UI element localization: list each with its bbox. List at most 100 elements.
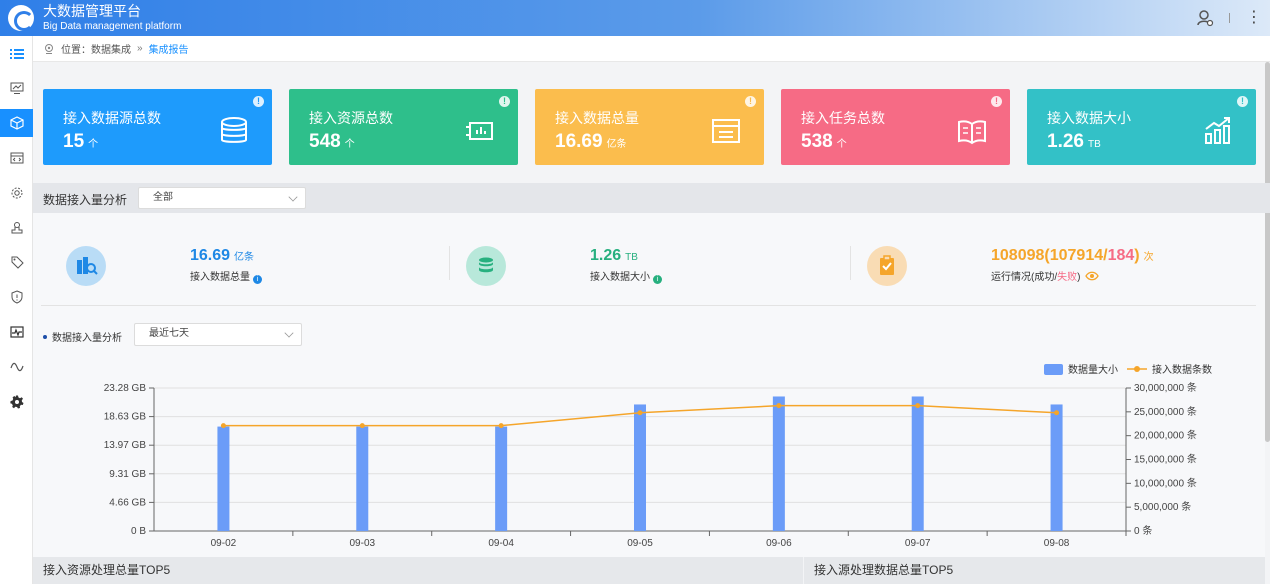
card-title: 接入资源总数: [309, 110, 393, 126]
code-window-icon[interactable]: [0, 144, 33, 172]
bar: [911, 396, 924, 531]
card-value: 15 个: [63, 131, 99, 152]
more-menu-icon[interactable]: ⋮: [1246, 8, 1262, 28]
line-point: [1054, 410, 1060, 416]
data-size-value: 1.26 TB: [590, 247, 638, 264]
breadcrumb-parent[interactable]: 数据集成: [91, 41, 131, 56]
card-value: 1.26 TB: [1047, 131, 1101, 152]
data-volume-chart: 0 B 4.66 GB 9.31 GB 13.97 GB 18.63 GB 23.28 G…: [104, 363, 1212, 549]
book-icon: [958, 120, 986, 145]
bar: [772, 396, 785, 531]
sidebar: [0, 36, 33, 584]
source-filter-select[interactable]: 全部: [138, 187, 306, 209]
x-tick-label: 09-04: [488, 538, 514, 549]
info-icon[interactable]: !: [253, 96, 264, 107]
top5-sources-header: 接入源处理数据总量TOP5: [804, 557, 1265, 584]
info-icon[interactable]: !: [991, 96, 1002, 107]
bar: [217, 426, 230, 531]
monitor-icon[interactable]: [0, 74, 33, 102]
bar: [634, 404, 646, 531]
y-left-tick-label: 0 B: [131, 526, 146, 537]
settings-gear-icon[interactable]: [0, 179, 33, 207]
info-icon[interactable]: i: [253, 275, 262, 284]
x-tick-label: 09-05: [627, 538, 653, 549]
cube-icon[interactable]: [0, 109, 33, 137]
x-tick-label: 09-02: [211, 538, 237, 549]
card-datasource-total[interactable]: 接入数据源总数 15 个 !: [43, 89, 272, 165]
analysis-bar: 数据接入量分析 全部: [33, 183, 1270, 213]
database-stat-icon: [466, 246, 506, 286]
database-icon: [221, 117, 247, 143]
breadcrumb-current: 集成报告: [148, 45, 189, 56]
info-icon[interactable]: !: [1237, 96, 1248, 107]
line-point: [220, 423, 226, 429]
card-task-total[interactable]: 接入任务总数 538 个 !: [781, 89, 1010, 165]
breadcrumb-separator: »: [137, 43, 143, 54]
header-separator: [1229, 13, 1230, 23]
legend-swatch-bar: [1044, 364, 1063, 375]
x-tick-label: 09-07: [905, 538, 931, 549]
app-subtitle: Big Data management platform: [43, 21, 182, 32]
card-data-size[interactable]: 接入数据大小 1.26 TB !: [1027, 89, 1256, 165]
menu-list-icon[interactable]: [0, 40, 33, 68]
user-settings-icon[interactable]: [1196, 9, 1214, 27]
stamp-icon[interactable]: [0, 214, 33, 242]
vertical-scrollbar[interactable]: [1265, 62, 1270, 442]
y-right-tick-label: 0 条: [1134, 524, 1152, 537]
analysis-label: 数据接入量分析: [43, 193, 128, 207]
horizontal-divider: [41, 305, 1256, 306]
y-right-tick-label: 30,000,000 条: [1134, 381, 1197, 394]
divider: [449, 246, 450, 280]
wave-icon[interactable]: [0, 353, 33, 381]
y-right-tick-label: 20,000,000 条: [1134, 429, 1197, 442]
info-icon[interactable]: i: [653, 275, 662, 284]
card-value: 16.69 亿条: [555, 131, 627, 152]
y-right-tick-label: 10,000,000 条: [1134, 476, 1197, 489]
y-left-tick-label: 23.28 GB: [104, 383, 147, 394]
breadcrumb-prefix: 位置：: [61, 45, 91, 56]
breadcrumb: 位置： 数据集成 » 集成报告: [33, 36, 1270, 62]
analysis-panel: 16.69 亿条 接入数据总量 i 1.26 TB 接入数据大小 i 108098(10…: [33, 213, 1265, 557]
y-left-tick-label: 4.66 GB: [109, 497, 146, 508]
card-title: 接入数据大小: [1047, 110, 1131, 126]
tag-icon[interactable]: [0, 248, 33, 276]
x-tick-label: 09-08: [1044, 538, 1070, 549]
chevron-down-icon: [288, 192, 298, 202]
y-right-tick-label: 15,000,000 条: [1134, 453, 1197, 466]
window-icon: [712, 119, 740, 143]
legend-label-line: 接入数据条数: [1152, 363, 1212, 376]
info-icon[interactable]: !: [745, 96, 756, 107]
card-title: 接入任务总数: [801, 110, 885, 126]
y-left-tick-label: 18.63 GB: [104, 412, 147, 423]
legend-label-bar: 数据量大小: [1068, 363, 1118, 376]
line-point: [776, 403, 782, 409]
clipboard-check-icon: [867, 246, 907, 286]
card-title: 接入数据总量: [555, 110, 639, 126]
run-status-label: 运行情况(成功/失败): [991, 268, 1099, 283]
data-size-label: 接入数据大小 i: [590, 268, 662, 284]
total-volume-value: 16.69 亿条: [190, 247, 255, 264]
line-point: [637, 410, 643, 416]
divider: [850, 246, 851, 280]
x-tick-label: 09-06: [766, 538, 792, 549]
location-pin-icon: [45, 43, 53, 54]
app-title: 大数据管理平台: [43, 3, 141, 19]
info-icon[interactable]: !: [499, 96, 510, 107]
line-point: [498, 423, 504, 429]
main-content: 接入数据源总数 15 个 ! 接入资源总数 548 个 ! 接入数据总量 16.69…: [33, 62, 1270, 584]
search-chart-icon: [66, 246, 106, 286]
chip-icon: [466, 122, 493, 140]
total-volume-label: 接入数据总量 i: [190, 268, 262, 284]
source-filter-value: 全部: [153, 192, 173, 203]
activity-monitor-icon[interactable]: [0, 318, 33, 346]
system-gear-icon[interactable]: [0, 388, 33, 416]
card-resource-total[interactable]: 接入资源总数 548 个 !: [289, 89, 518, 165]
x-tick-label: 09-03: [349, 538, 375, 549]
line-point: [359, 423, 365, 429]
run-status-value: 108098(107914/184) 次: [991, 247, 1154, 264]
card-data-volume[interactable]: 接入数据总量 16.69 亿条 !: [535, 89, 764, 165]
shield-icon[interactable]: [0, 283, 33, 311]
eye-icon[interactable]: [1085, 271, 1099, 281]
card-title: 接入数据源总数: [63, 110, 161, 126]
y-left-tick-label: 13.97 GB: [104, 440, 147, 451]
